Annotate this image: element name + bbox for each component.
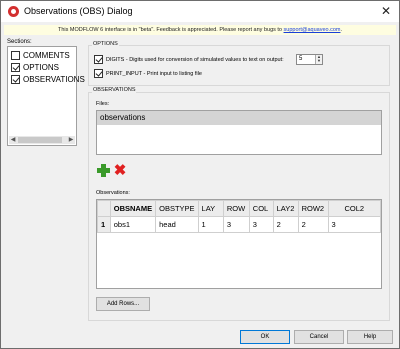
files-label: Files: [96,101,110,107]
sections-list: COMMENTS OPTIONS OBSERVATIONS ◀ ▶ [7,46,85,146]
files-list[interactable]: observations [96,110,382,155]
section-item-label: COMMENTS [23,51,70,60]
spin-down-icon[interactable]: ▼ [316,59,322,63]
digits-value: 5 [299,56,303,62]
observations-dialog: Observations (OBS) Dialog ✕ This MODFLOW… [0,0,400,349]
digits-label: DIGITS - Digits used for conversion of s… [106,56,284,63]
observations-grid[interactable]: OBSNAME OBSTYPE LAY ROW COL LAY2 ROW2 CO… [96,199,382,289]
col-header-lay2[interactable]: LAY2 [272,200,299,217]
comments-checkbox[interactable] [11,51,20,60]
section-item-options[interactable]: OPTIONS [11,62,59,73]
col-header-row[interactable]: ROW [222,200,250,217]
section-item-comments[interactable]: COMMENTS [11,50,70,61]
delete-icon[interactable]: ✖ [113,163,127,178]
banner-text: This MODFLOW 6 interface is in "beta". F… [57,27,284,33]
col-header-col[interactable]: COL [248,200,274,217]
scroll-right-icon[interactable]: ▶ [67,136,75,144]
col-header-obstype[interactable]: OBSTYPE [155,200,199,217]
table-cell[interactable]: 2 [297,216,329,233]
print-input-option[interactable]: PRINT_INPUT - Print input to listing fil… [94,69,202,78]
digits-spinbox[interactable]: 5 ▲ ▼ [296,54,323,65]
scroll-thumb[interactable] [18,137,62,143]
col-header-obsname[interactable]: OBSNAME [109,200,157,217]
options-checkbox[interactable] [11,63,20,72]
sections-horizontal-scrollbar[interactable]: ◀ ▶ [9,136,75,144]
print-input-checkbox[interactable] [94,69,103,78]
observations-group-label: OBSERVATIONS [92,87,137,93]
help-button[interactable]: Help [347,330,393,344]
sections-label: Sections: [7,39,32,45]
observations-checkbox[interactable] [11,75,20,84]
table-cell[interactable]: 2 [272,216,299,233]
cancel-button[interactable]: Cancel [294,330,344,344]
add-icon[interactable] [97,164,110,177]
banner-suffix: . [340,27,343,33]
table-header-row: OBSNAME OBSTYPE LAY ROW COL LAY2 ROW2 CO… [97,200,381,217]
digits-checkbox[interactable] [94,55,103,64]
col-header-lay[interactable]: LAY [197,200,224,217]
digits-option[interactable]: DIGITS - Digits used for conversion of s… [94,55,284,64]
beta-banner: This MODFLOW 6 interface is in "beta". F… [4,25,396,35]
observations-table-label: Observations: [96,190,130,196]
close-button[interactable]: ✕ [379,4,393,18]
table-cell[interactable]: 3 [248,216,274,233]
section-item-label: OBSERVATIONS [23,75,85,84]
corner-header [97,200,111,217]
section-item-label: OPTIONS [23,63,60,72]
support-email-link[interactable]: support@aquaveo.com [284,27,341,33]
row-number[interactable]: 1 [97,216,111,233]
title-bar: Observations (OBS) Dialog ✕ [1,1,399,22]
table-cell[interactable]: head [155,216,199,233]
observations-table: OBSNAME OBSTYPE LAY ROW COL LAY2 ROW2 CO… [97,200,381,233]
table-cell[interactable]: 3 [222,216,250,233]
window-title: Observations (OBS) Dialog [24,6,133,16]
add-rows-button[interactable]: Add Rows... [96,297,150,311]
file-item[interactable]: observations [97,111,381,125]
app-icon [8,6,19,17]
table-cell[interactable]: 3 [327,216,381,233]
scroll-left-icon[interactable]: ◀ [9,136,17,144]
table-row: 1 obs1 head 1 3 3 2 2 3 [97,216,381,233]
print-input-label: PRINT_INPUT - Print input to listing fil… [106,70,202,77]
table-cell[interactable]: 1 [197,216,224,233]
options-group-label: OPTIONS [92,41,119,47]
col-header-col2[interactable]: COL2 [327,200,381,217]
ok-button[interactable]: OK [240,330,290,344]
section-item-observations[interactable]: OBSERVATIONS [11,74,85,85]
options-group [88,45,390,86]
table-cell[interactable]: obs1 [109,216,157,233]
col-header-row2[interactable]: ROW2 [297,200,329,217]
spin-buttons[interactable]: ▲ ▼ [315,55,322,64]
